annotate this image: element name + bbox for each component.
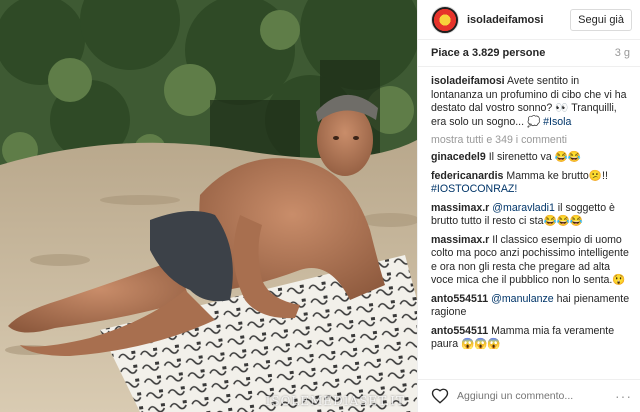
view-all-comments-link[interactable]: mostra tutti e 349 i commenti	[431, 134, 632, 146]
likes-row: Piace a 3.829 persone 3 g	[418, 40, 640, 67]
comment-item: massimax.r Il classico esempio di uomo c…	[431, 234, 632, 288]
comment-username[interactable]: anto554511	[431, 293, 488, 305]
add-comment-bar: ···	[418, 379, 640, 412]
comment-username[interactable]: massimax.r	[431, 234, 489, 246]
add-comment-input[interactable]	[457, 390, 615, 402]
post-age[interactable]: 3 g	[615, 47, 630, 59]
beach-photo-illustration	[0, 0, 417, 412]
post-header: isoladeifamosi Segui già	[418, 0, 640, 40]
comment-mention[interactable]: @manulanze	[491, 293, 554, 305]
post-sidebar: isoladeifamosi Segui già Piace a 3.829 p…	[417, 0, 640, 412]
caption-username[interactable]: isoladeifamosi	[431, 75, 505, 87]
caption-hashtag[interactable]: #Isola	[543, 116, 571, 128]
avatar[interactable]	[431, 5, 459, 34]
caption: isoladeifamosi Avete sentito in lontanan…	[431, 75, 632, 129]
comment-item: massimax.r @maravladi1 il soggetto è bru…	[431, 202, 632, 229]
comment-username[interactable]: ginacedel9	[431, 151, 486, 163]
following-button[interactable]: Segui già	[570, 8, 632, 31]
comment-text: Il sirenetto va 😂😂	[488, 151, 582, 163]
comment-item: federicanardis Mamma ke brutto😕!! #IOSTO…	[431, 170, 632, 197]
comment-item: ginacedel9 Il sirenetto va 😂😂	[431, 151, 632, 165]
watermark: ISOLEMEDIASET.IT	[265, 394, 405, 408]
comment-mention[interactable]: @maravladi1	[492, 202, 555, 214]
comment-username[interactable]: massimax.r	[431, 202, 489, 214]
comment-username[interactable]: federicanardis	[431, 170, 503, 182]
comment-username[interactable]: anto554511	[431, 325, 488, 337]
more-options-icon[interactable]: ···	[615, 388, 632, 404]
comment-text: Mamma ke brutto😕!!	[506, 169, 608, 182]
comment-hashtag[interactable]: #IOSTOCONRAZ!	[431, 183, 517, 195]
likes-count[interactable]: Piace a 3.829 persone	[431, 47, 545, 59]
comments-list: isoladeifamosi Avete sentito in lontanan…	[418, 67, 640, 379]
comment-item: anto554511 Mamma mia fa veramente paura …	[431, 325, 632, 352]
heart-icon[interactable]	[431, 387, 449, 405]
username-link[interactable]: isoladeifamosi	[467, 14, 570, 26]
comment-item: anto554511 @manulanze hai pienamente rag…	[431, 293, 632, 320]
post-photo[interactable]: ISOLEMEDIASET.IT	[0, 0, 417, 412]
